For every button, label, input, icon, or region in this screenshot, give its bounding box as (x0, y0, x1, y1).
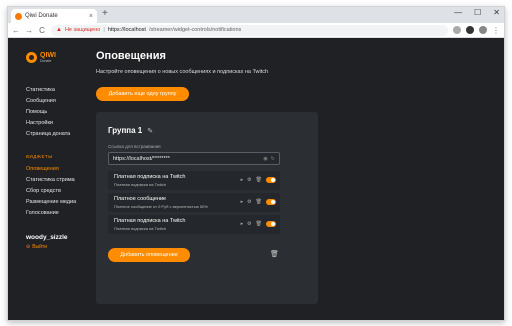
back-icon[interactable]: ← (12, 26, 20, 35)
gear-icon[interactable]: ⚙ (247, 199, 251, 205)
main-content: Оповещения Настройте оповещения о новых … (96, 38, 504, 320)
gear-icon[interactable]: ⚙ (247, 221, 251, 227)
window-controls: — ☐ ✕ (454, 8, 500, 17)
logo-main-text: QIWI (40, 52, 56, 59)
refresh-icon[interactable]: ↻ (271, 156, 275, 162)
url-input[interactable]: ▲ Не защищено | https://localhost/stream… (51, 24, 448, 36)
url-host: https://localhost (107, 27, 146, 33)
close-tab-icon[interactable]: × (89, 13, 93, 20)
new-tab-button[interactable]: + (102, 8, 108, 19)
play-icon[interactable]: ▸ (241, 221, 244, 227)
maximize-icon[interactable]: ☐ (474, 8, 481, 17)
qiwi-logo-icon (26, 52, 37, 63)
trash-icon[interactable]: 🗑 (256, 221, 262, 227)
alert-toggle[interactable] (266, 199, 276, 205)
tab-title: Qiwi Donate (25, 13, 58, 19)
logout-label: Выйти (32, 244, 48, 250)
embed-link-value: https://localhost/******** (113, 155, 170, 162)
gear-icon[interactable]: ⚙ (247, 177, 251, 183)
address-bar: ← → C ▲ Не защищено | https://localhost /… (8, 23, 504, 38)
alert-title: Платная подписка на Twitch (114, 174, 186, 180)
qiwi-favicon-icon (15, 12, 22, 20)
minimize-icon[interactable]: — (454, 8, 462, 17)
close-window-icon[interactable]: ✕ (493, 8, 500, 17)
play-icon[interactable]: ▸ (241, 199, 244, 205)
alert-row: Платная подписка на Twitch Платная подпи… (108, 171, 280, 190)
url-separator: | (103, 27, 105, 33)
group-title: Группа 1 ✎ (108, 126, 153, 135)
trash-icon[interactable]: 🗑 (256, 199, 262, 205)
alert-toggle[interactable] (266, 221, 276, 227)
user-block: woody_sizzle ⊖ Выйти (26, 234, 68, 250)
star-icon[interactable] (453, 26, 461, 34)
sidebar-item-alerts[interactable]: Оповещения (26, 164, 76, 175)
sidebar-item-media[interactable]: Размещение медиа (26, 197, 76, 208)
embed-link-label: Ссылка для встраивания (108, 144, 161, 149)
sidebar: QIWI Donate Статистика Сообщения Помощь … (8, 38, 96, 320)
page-description: Настройте оповещения о новых сообщениях … (96, 69, 269, 75)
sidebar-item-donate-page[interactable]: Страница доната (26, 129, 70, 140)
embed-link-field[interactable]: https://localhost/******** ◉ ↻ (108, 152, 280, 165)
edit-icon[interactable]: ✎ (147, 127, 153, 135)
delete-group-icon[interactable]: 🗑 (270, 250, 279, 258)
alert-row: Платная подписка на Twitch Платная подпи… (108, 215, 280, 234)
add-group-button[interactable]: Добавить еще одну группу (96, 87, 189, 101)
tab-bar: Qiwi Donate × + — ☐ ✕ (8, 7, 504, 23)
eye-icon[interactable]: ◉ (263, 156, 267, 162)
alert-subtitle: Платное сообщение от 0 Руб с вероятность… (114, 204, 208, 209)
reload-icon[interactable]: C (38, 26, 46, 35)
play-icon[interactable]: ▸ (241, 177, 244, 183)
sidebar-item-stream-stats[interactable]: Статистика стрима (26, 175, 76, 186)
browser-menu-icon[interactable]: ⋮ (492, 26, 500, 35)
browser-tab[interactable]: Qiwi Donate × (11, 9, 97, 23)
logo-sub-text: Donate (40, 59, 52, 63)
alert-title: Платное сообщение (114, 196, 167, 202)
alert-title: Платная подписка на Twitch (114, 218, 186, 224)
sidebar-item-help[interactable]: Помощь (26, 107, 70, 118)
qiwi-logo[interactable]: QIWI Donate (26, 52, 56, 63)
add-alert-button[interactable]: Добавить оповещение (108, 248, 190, 262)
widgets-nav: Оповещения Статистика стрима Сбор средст… (26, 164, 76, 219)
alert-toggle[interactable] (266, 177, 276, 183)
user-name: woody_sizzle (26, 234, 68, 241)
extension-icon[interactable] (466, 26, 474, 34)
sidebar-item-fundraising[interactable]: Сбор средств (26, 186, 76, 197)
sidebar-item-voting[interactable]: Голосование (26, 208, 76, 219)
page-title: Оповещения (96, 50, 166, 62)
widgets-section-heading: ВИДЖЕТЫ (26, 154, 53, 159)
group-title-text: Группа 1 (108, 126, 143, 135)
main-nav: Статистика Сообщения Помощь Настройки Ст… (26, 85, 70, 140)
logout-link[interactable]: ⊖ Выйти (26, 244, 68, 250)
insecure-label: Не защищено (64, 27, 101, 33)
group-card: Группа 1 ✎ Ссылка для встраивания https:… (96, 112, 318, 304)
sidebar-item-messages[interactable]: Сообщения (26, 96, 70, 107)
profile-avatar[interactable] (479, 26, 487, 34)
alert-subtitle: Платная подписка на Twitch (114, 182, 166, 187)
url-path: /streamer/widget-controls/notifications (148, 27, 242, 33)
sidebar-item-statistics[interactable]: Статистика (26, 85, 70, 96)
alert-row: Платное сообщение Платное сообщение от 0… (108, 193, 280, 212)
alert-subtitle: Платная подписка на Twitch (114, 226, 166, 231)
logout-icon: ⊖ (26, 244, 31, 250)
app-root: QIWI Donate Статистика Сообщения Помощь … (8, 38, 504, 320)
sidebar-item-settings[interactable]: Настройки (26, 118, 70, 129)
warning-icon: ▲ (56, 27, 62, 33)
forward-icon[interactable]: → (25, 26, 33, 35)
browser-window: Qiwi Donate × + — ☐ ✕ ← → C ▲ Не защищен… (7, 6, 505, 321)
trash-icon[interactable]: 🗑 (256, 177, 262, 183)
